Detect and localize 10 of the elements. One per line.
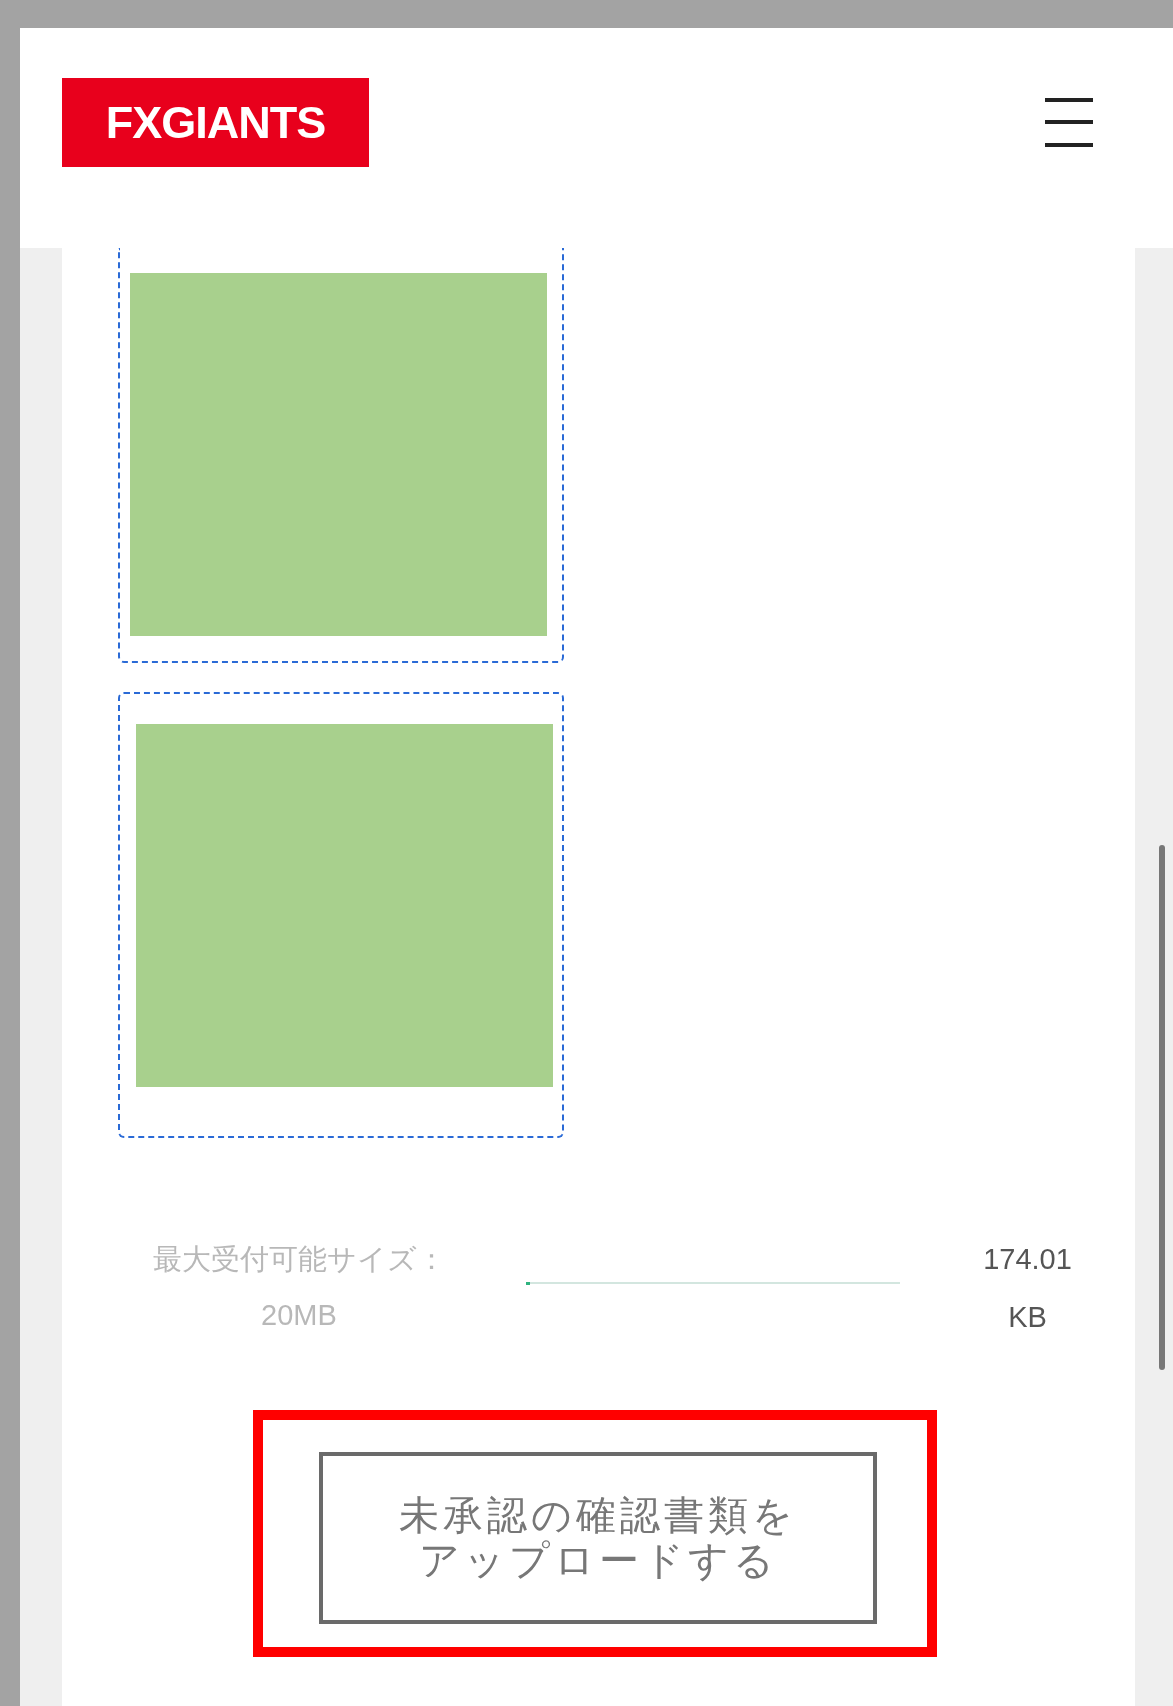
upload-button[interactable]: 未承認の確認書類をアップロードする — [319, 1452, 877, 1624]
menu-icon[interactable] — [1045, 98, 1093, 147]
scrollbar[interactable] — [1159, 845, 1165, 1370]
limit-label: 最大受付可能サイズ： — [152, 1242, 446, 1277]
upload-dropzone[interactable] — [118, 248, 564, 663]
limit-value: 20MB — [261, 1298, 337, 1333]
logo[interactable]: FXGIANTS — [62, 78, 369, 167]
file-size-value: 174.01 — [983, 1242, 1072, 1277]
upload-dropzone[interactable] — [118, 692, 564, 1138]
file-size-unit: KB — [1008, 1300, 1047, 1335]
